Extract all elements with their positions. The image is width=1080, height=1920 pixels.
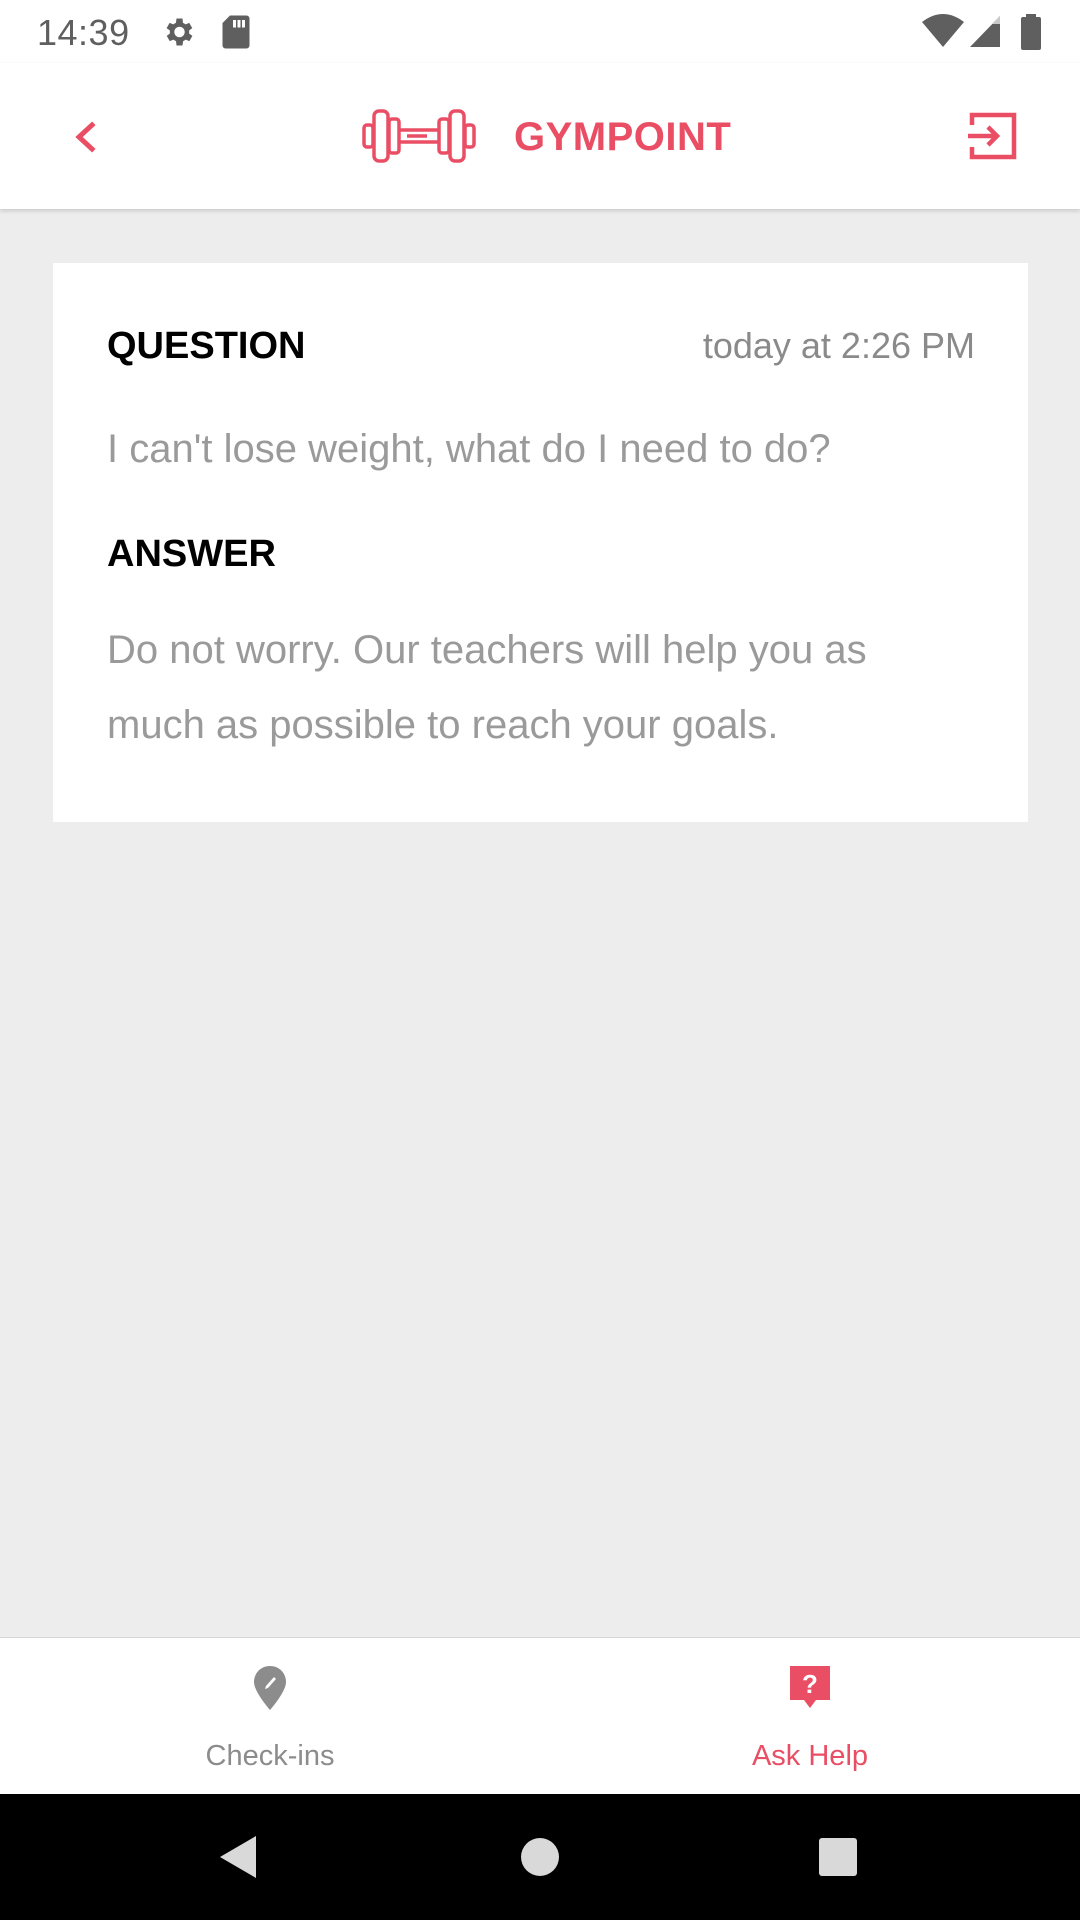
bottom-navigation: Check-ins ? Ask Help — [0, 1637, 1080, 1795]
battery-icon — [1020, 14, 1042, 55]
status-time: 14:39 — [37, 12, 130, 53]
question-heading: QUESTION — [107, 325, 306, 367]
nav-item-checkins[interactable]: Check-ins — [0, 1638, 540, 1795]
svg-text:?: ? — [802, 1669, 818, 1699]
nav-item-ask-help[interactable]: ? Ask Help — [540, 1638, 1080, 1795]
dumbbell-icon — [362, 105, 476, 167]
wifi-icon — [922, 14, 964, 53]
help-order-card: QUESTION today at 2:26 PM I can't lose w… — [53, 263, 1028, 822]
nav-label-checkins: Check-ins — [205, 1740, 335, 1772]
recents-square-icon[interactable] — [817, 1834, 859, 1885]
logout-button[interactable] — [966, 109, 1020, 163]
back-button[interactable] — [60, 111, 112, 163]
home-circle-icon[interactable] — [520, 1834, 560, 1885]
sd-card-icon — [220, 14, 252, 55]
question-text: I can't lose weight, what do I need to d… — [107, 427, 831, 471]
signal-icon — [970, 14, 1002, 53]
chevron-left-icon — [75, 121, 96, 153]
question-bubble-icon: ? — [790, 1666, 830, 1708]
back-triangle-icon[interactable] — [218, 1834, 258, 1885]
answer-text: Do not worry. Our teachers will help you… — [107, 628, 867, 747]
question-date: today at 2:26 PM — [702, 325, 975, 366]
gear-icon — [160, 14, 196, 55]
nav-label-ask-help: Ask Help — [751, 1740, 869, 1772]
answer-heading: ANSWER — [107, 533, 276, 575]
system-navigation-bar — [0, 1794, 1080, 1920]
logout-icon — [968, 112, 1017, 160]
status-bar: 14:39 — [0, 0, 1080, 63]
app-title: GYMPOINT — [514, 115, 732, 159]
location-pin-icon — [254, 1666, 286, 1710]
app-bar: GYMPOINT — [0, 63, 1080, 209]
